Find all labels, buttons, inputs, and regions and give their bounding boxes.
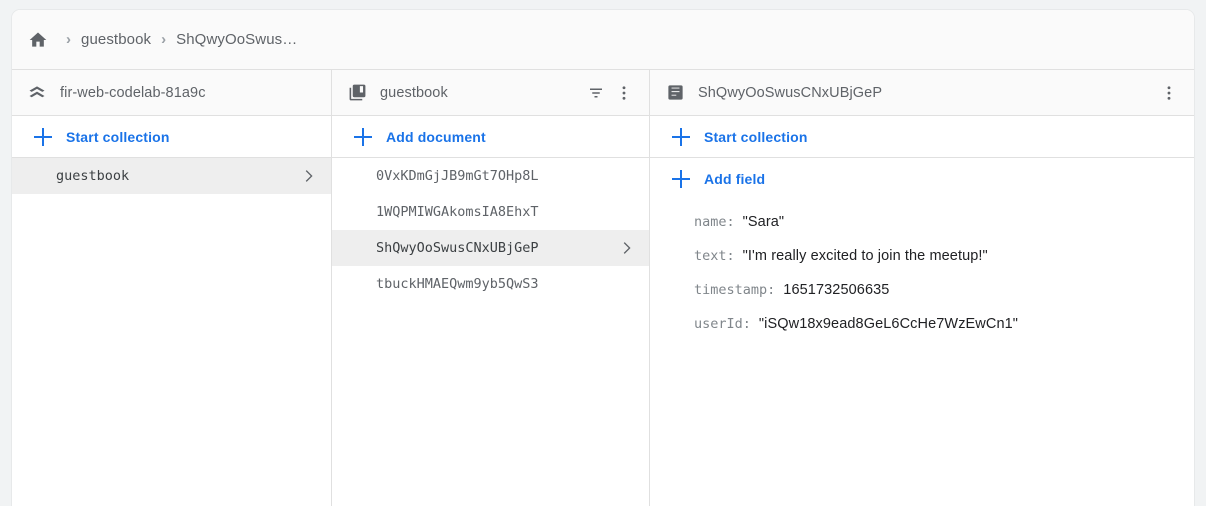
collection-icon xyxy=(346,82,368,104)
collection-item-label: guestbook xyxy=(56,168,299,184)
add-field-label: Add field xyxy=(704,171,765,187)
start-subcollection-button[interactable]: Start collection xyxy=(650,116,1194,158)
plus-icon xyxy=(672,128,690,146)
start-collection-button[interactable]: Start collection xyxy=(12,116,331,158)
field-row-userid[interactable]: userId : "iSQw18x9ead8GeL6CcHe7WzEwCn1" xyxy=(694,316,1194,332)
home-icon[interactable] xyxy=(26,28,50,52)
chevron-right-icon xyxy=(617,239,635,257)
document-header-actions xyxy=(1156,80,1182,106)
filter-icon[interactable] xyxy=(583,80,609,106)
document-icon xyxy=(664,82,686,104)
field-colon: : xyxy=(767,282,775,298)
field-colon: : xyxy=(727,248,735,264)
collection-panel: guestbook Add document xyxy=(332,70,650,506)
field-row-timestamp[interactable]: timestamp : 1651732506635 xyxy=(694,282,1194,298)
collection-panel-header: guestbook xyxy=(332,70,649,116)
field-list: name : "Sara" text : "I'm really excited… xyxy=(650,200,1194,506)
firestore-data-card: › guestbook › ShQwyOoSwus… fir-web-codel… xyxy=(12,10,1194,506)
field-value: "I'm really excited to join the meetup!" xyxy=(743,248,988,264)
firestore-icon xyxy=(26,82,48,104)
field-key: timestamp xyxy=(694,282,767,298)
document-list-item[interactable]: tbuckHMAEQwm9yb5QwS3 xyxy=(332,266,649,302)
breadcrumb-item-document[interactable]: ShQwyOoSwus… xyxy=(176,31,297,48)
document-item-label: tbuckHMAEQwm9yb5QwS3 xyxy=(376,276,617,292)
field-colon: : xyxy=(743,316,751,332)
document-item-label: 1WQPMIWGAkomsIA8EhxT xyxy=(376,204,617,220)
collection-header-actions xyxy=(583,80,637,106)
document-panel: ShQwyOoSwusCNxUBjGeP Start collection Ad… xyxy=(650,70,1194,506)
start-collection-label: Start collection xyxy=(66,129,170,145)
start-subcollection-label: Start collection xyxy=(704,129,808,145)
plus-icon xyxy=(354,128,372,146)
field-colon: : xyxy=(727,214,735,230)
breadcrumb-separator-1: › xyxy=(66,31,71,48)
field-value: 1651732506635 xyxy=(783,282,889,298)
document-panel-header: ShQwyOoSwusCNxUBjGeP xyxy=(650,70,1194,116)
breadcrumb: › guestbook › ShQwyOoSwus… xyxy=(12,10,1194,70)
document-list-item[interactable]: 1WQPMIWGAkomsIA8EhxT xyxy=(332,194,649,230)
plus-icon xyxy=(672,170,690,188)
field-row-text[interactable]: text : "I'm really excited to join the m… xyxy=(694,248,1194,264)
document-list-item[interactable]: 0VxKDmGjJB9mGt7OHp8L xyxy=(332,158,649,194)
field-key: text xyxy=(694,248,727,264)
chevron-placeholder xyxy=(617,167,635,185)
document-item-label: 0VxKDmGjJB9mGt7OHp8L xyxy=(376,168,617,184)
plus-icon xyxy=(34,128,52,146)
document-list: 0VxKDmGjJB9mGt7OHp8L 1WQPMIWGAkomsIA8Ehx… xyxy=(332,158,649,506)
add-document-button[interactable]: Add document xyxy=(332,116,649,158)
add-field-button[interactable]: Add field xyxy=(650,158,1194,200)
collection-list: guestbook xyxy=(12,158,331,506)
field-key: name xyxy=(694,214,727,230)
project-panel: fir-web-codelab-81a9c Start collection g… xyxy=(12,70,332,506)
document-item-label: ShQwyOoSwusCNxUBjGeP xyxy=(376,240,617,256)
field-value: "Sara" xyxy=(743,214,785,230)
more-vert-icon[interactable] xyxy=(1156,80,1182,106)
field-key: userId xyxy=(694,316,743,332)
collection-list-item-guestbook[interactable]: guestbook xyxy=(12,158,331,194)
add-document-label: Add document xyxy=(386,129,486,145)
more-vert-icon[interactable] xyxy=(611,80,637,106)
field-row-name[interactable]: name : "Sara" xyxy=(694,214,1194,230)
panel-columns: fir-web-codelab-81a9c Start collection g… xyxy=(12,70,1194,506)
chevron-right-icon xyxy=(299,167,317,185)
collection-name: guestbook xyxy=(380,85,583,101)
document-list-item-selected[interactable]: ShQwyOoSwusCNxUBjGeP xyxy=(332,230,649,266)
document-id: ShQwyOoSwusCNxUBjGeP xyxy=(698,85,1156,101)
field-value: "iSQw18x9ead8GeL6CcHe7WzEwCn1" xyxy=(759,316,1018,332)
project-panel-header: fir-web-codelab-81a9c xyxy=(12,70,331,116)
chevron-placeholder xyxy=(617,203,635,221)
breadcrumb-separator-2: › xyxy=(161,31,166,48)
project-name: fir-web-codelab-81a9c xyxy=(60,85,319,101)
chevron-placeholder xyxy=(617,275,635,293)
breadcrumb-item-collection[interactable]: guestbook xyxy=(81,31,151,48)
